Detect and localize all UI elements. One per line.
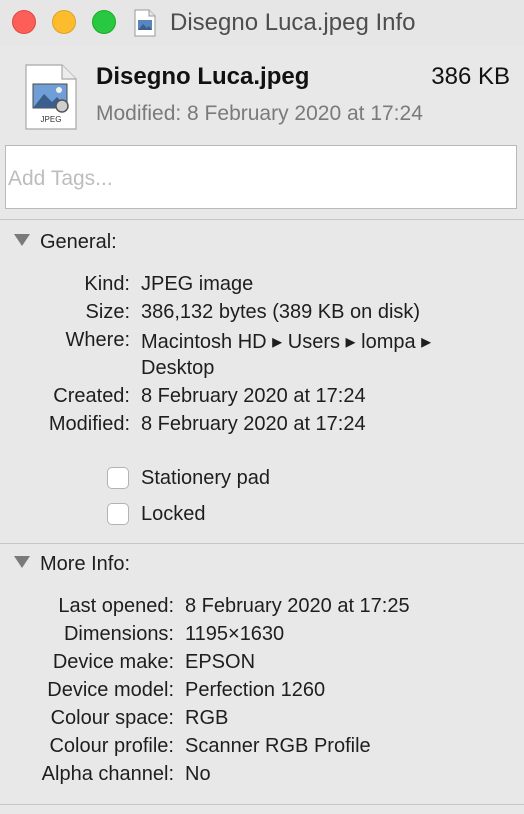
close-window-button[interactable] [12,10,36,34]
last-opened-value: 8 February 2020 at 17:25 [185,595,410,617]
divider [0,219,524,220]
kind-value: JPEG image [141,273,254,295]
more-info-section-toggle[interactable]: More Info: [14,553,130,576]
alpha-channel-label: Alpha channel: [41,763,174,785]
divider [0,543,524,544]
file-header: JPEG Disegno Luca.jpeg 386 KB Modified: … [0,46,524,138]
more-info-heading: More Info: [40,553,131,575]
colour-profile-label: Colour profile: [49,735,174,757]
alpha-channel-value: No [185,763,211,785]
zoom-window-button[interactable] [92,10,116,34]
modified-value: 8 February 2020 at 17:24 [141,413,366,435]
where-label: Where: [65,329,130,351]
dimensions-label: Dimensions: [63,623,174,645]
divider [0,804,524,805]
window-title: Disegno Luca.jpeg Info [170,9,416,36]
tags-input[interactable] [5,145,517,209]
file-name: Disegno Luca.jpeg [96,63,310,90]
colour-space-value: RGB [185,707,229,729]
where-value-desktop: Desktop [141,357,215,379]
locked-label: Locked [141,503,206,525]
where-value: Macintosh HD ▸ Users ▸ lompa ▸ [141,331,432,353]
device-make-value: EPSON [185,651,256,673]
device-model-label: Device model: [47,679,174,701]
kind-label: Kind: [84,273,130,295]
svg-text:JPEG: JPEG [41,115,62,124]
jpeg-file-icon: JPEG [25,64,77,130]
modified-label: Modified: [48,413,130,435]
file-size: 386 KB [431,63,510,90]
modified-date: Modified: 8 February 2020 at 17:24 [96,102,423,125]
size-value: 386,132 bytes (389 KB on disk) [141,301,421,323]
title-bar: Disegno Luca.jpeg Info [0,0,524,46]
device-make-label: Device make: [52,651,174,673]
size-label: Size: [85,301,130,323]
colour-space-label: Colour space: [50,707,174,729]
jpeg-file-icon [134,9,156,37]
general-heading: General: [40,231,117,253]
disclosure-triangle-icon [14,556,30,568]
created-label: Created: [53,385,130,407]
minimize-window-button[interactable] [52,10,76,34]
dimensions-value: 1195×1630 [185,623,285,645]
locked-checkbox[interactable] [107,503,129,525]
stationery-pad-checkbox[interactable] [107,467,129,489]
stationery-pad-label: Stationery pad [141,467,270,489]
disclosure-triangle-icon [14,234,30,246]
device-model-value: Perfection 1260 [185,679,326,701]
general-section-toggle[interactable]: General: [14,231,117,254]
last-opened-label: Last opened: [58,595,174,617]
colour-profile-value: Scanner RGB Profile [185,735,371,757]
created-value: 8 February 2020 at 17:24 [141,385,366,407]
